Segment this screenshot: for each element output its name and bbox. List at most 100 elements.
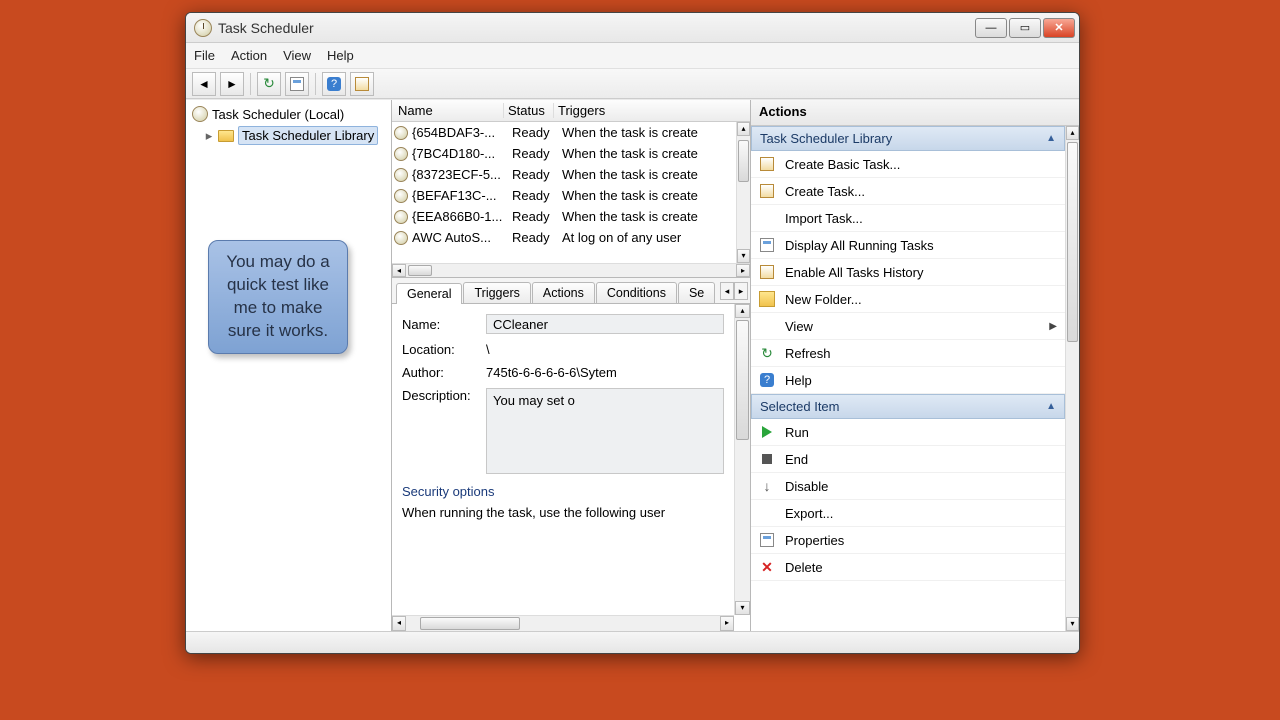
detail-vscroll[interactable]: ▴ ▾ (734, 304, 750, 615)
scroll-thumb[interactable] (1067, 142, 1078, 342)
help-icon: ? (759, 372, 775, 388)
task-list-body: {654BDAF3-... Ready When the task is cre… (392, 122, 750, 263)
collapse-icon: ▲ (1046, 401, 1056, 412)
task-row[interactable]: AWC AutoS... Ready At log on of any user (392, 227, 736, 248)
task-row[interactable]: {7BC4D180-... Ready When the task is cre… (392, 143, 736, 164)
scroll-down-button[interactable]: ▾ (737, 249, 750, 263)
maximize-button[interactable]: ▭ (1009, 18, 1041, 38)
menu-help[interactable]: Help (327, 48, 354, 63)
description-field[interactable]: You may set o (486, 388, 724, 474)
action-label: Create Basic Task... (785, 157, 900, 172)
name-field[interactable]: CCleaner (486, 314, 724, 334)
scroll-up-button[interactable]: ▴ (737, 122, 750, 136)
tab-general[interactable]: General (396, 283, 462, 304)
actions-vscroll[interactable]: ▴ ▾ (1065, 126, 1079, 631)
action-view[interactable]: View ▶ (751, 313, 1065, 340)
submenu-arrow-icon: ▶ (1049, 321, 1057, 332)
action-disable[interactable]: ↓ Disable (751, 473, 1065, 500)
scroll-up-button[interactable]: ▴ (735, 304, 750, 318)
task-list-header: Name Status Triggers (392, 100, 750, 122)
scroll-right-button[interactable]: ▸ (736, 264, 750, 277)
action-label: Refresh (785, 346, 831, 361)
tree-root[interactable]: Task Scheduler (Local) (190, 104, 387, 124)
delete-icon: ✕ (759, 559, 775, 575)
nav-forward-button[interactable]: ► (220, 72, 244, 96)
tab-triggers[interactable]: Triggers (463, 282, 530, 303)
action-properties[interactable]: Properties (751, 527, 1065, 554)
group-label: Task Scheduler Library (760, 131, 892, 146)
actions-group-selected[interactable]: Selected Item ▲ (751, 394, 1065, 419)
scroll-thumb[interactable] (738, 140, 749, 182)
scroll-left-button[interactable]: ◂ (392, 264, 406, 277)
task-trigger: When the task is create (558, 146, 736, 161)
action-import-task[interactable]: Import Task... (751, 205, 1065, 232)
action-label: Properties (785, 533, 844, 548)
collapse-icon: ▲ (1046, 133, 1056, 144)
task-trigger: At log on of any user (558, 230, 736, 245)
tab-actions[interactable]: Actions (532, 282, 595, 303)
expand-icon[interactable]: ▸ (204, 128, 214, 144)
action-label: End (785, 452, 808, 467)
toolbar-divider (250, 73, 251, 95)
action-create-basic-task[interactable]: Create Basic Task... (751, 151, 1065, 178)
scroll-right-button[interactable]: ▸ (720, 616, 734, 631)
detail-hscroll[interactable]: ◂ ▸ (392, 615, 734, 631)
action-display-running[interactable]: Display All Running Tasks (751, 232, 1065, 259)
scroll-thumb[interactable] (736, 320, 749, 440)
task-icon (394, 168, 408, 182)
task-list-hscroll[interactable]: ◂ ▸ (392, 263, 750, 277)
task-trigger: When the task is create (558, 209, 736, 224)
column-triggers[interactable]: Triggers (554, 103, 750, 118)
action-enable-history[interactable]: Enable All Tasks History (751, 259, 1065, 286)
action-refresh[interactable]: ↻ Refresh (751, 340, 1065, 367)
tree-library-label: Task Scheduler Library (238, 126, 378, 145)
action-new-folder[interactable]: New Folder... (751, 286, 1065, 313)
column-name[interactable]: Name (392, 103, 504, 118)
close-button[interactable]: ✕ (1043, 18, 1075, 38)
task-icon (759, 183, 775, 199)
author-value: 745t6-6-6-6-6-6\Sytem (486, 365, 724, 380)
scroll-thumb[interactable] (408, 265, 432, 276)
task-list-vscroll[interactable]: ▴ ▾ (736, 122, 750, 263)
actions-group-library[interactable]: Task Scheduler Library ▲ (751, 126, 1065, 151)
scroll-thumb[interactable] (420, 617, 520, 630)
menu-file[interactable]: File (194, 48, 215, 63)
actions-pane: Actions Task Scheduler Library ▲ Create … (751, 100, 1079, 631)
properties-tool-button[interactable] (285, 72, 309, 96)
run-icon (759, 424, 775, 440)
menu-action[interactable]: Action (231, 48, 267, 63)
minimize-button[interactable]: — (975, 18, 1007, 38)
tab-scroll-right[interactable]: ▸ (734, 282, 748, 300)
help-tool-button[interactable]: ? (322, 72, 346, 96)
task-row[interactable]: {654BDAF3-... Ready When the task is cre… (392, 122, 736, 143)
action-delete[interactable]: ✕ Delete (751, 554, 1065, 581)
action-help[interactable]: ? Help (751, 367, 1065, 394)
tree-library[interactable]: ▸ Task Scheduler Library (190, 124, 387, 147)
action-export[interactable]: Export... (751, 500, 1065, 527)
task-row[interactable]: {83723ECF-5... Ready When the task is cr… (392, 164, 736, 185)
task-row[interactable]: {EEA866B0-1... Ready When the task is cr… (392, 206, 736, 227)
menu-view[interactable]: View (283, 48, 311, 63)
action-end[interactable]: End (751, 446, 1065, 473)
action-create-task[interactable]: Create Task... (751, 178, 1065, 205)
scroll-down-button[interactable]: ▾ (1066, 617, 1079, 631)
refresh-tool-button[interactable]: ↻ (257, 72, 281, 96)
task-icon (394, 210, 408, 224)
titlebar[interactable]: Task Scheduler — ▭ ✕ (186, 13, 1079, 43)
action-label: Import Task... (785, 211, 863, 226)
action-run[interactable]: Run (751, 419, 1065, 446)
tab-settings[interactable]: Se (678, 282, 715, 303)
scroll-left-button[interactable]: ◂ (392, 616, 406, 631)
security-options-label: Security options (402, 484, 724, 499)
tab-conditions[interactable]: Conditions (596, 282, 677, 303)
scroll-up-button[interactable]: ▴ (1066, 126, 1079, 140)
blank-icon (759, 318, 775, 334)
scroll-down-button[interactable]: ▾ (735, 601, 750, 615)
action-label: Disable (785, 479, 828, 494)
client-area: Task Scheduler (Local) ▸ Task Scheduler … (186, 99, 1079, 631)
tab-scroll-left[interactable]: ◂ (720, 282, 734, 300)
task-row[interactable]: {BEFAF13C-... Ready When the task is cre… (392, 185, 736, 206)
nav-back-button[interactable]: ◄ (192, 72, 216, 96)
export-tool-button[interactable] (350, 72, 374, 96)
column-status[interactable]: Status (504, 103, 554, 118)
